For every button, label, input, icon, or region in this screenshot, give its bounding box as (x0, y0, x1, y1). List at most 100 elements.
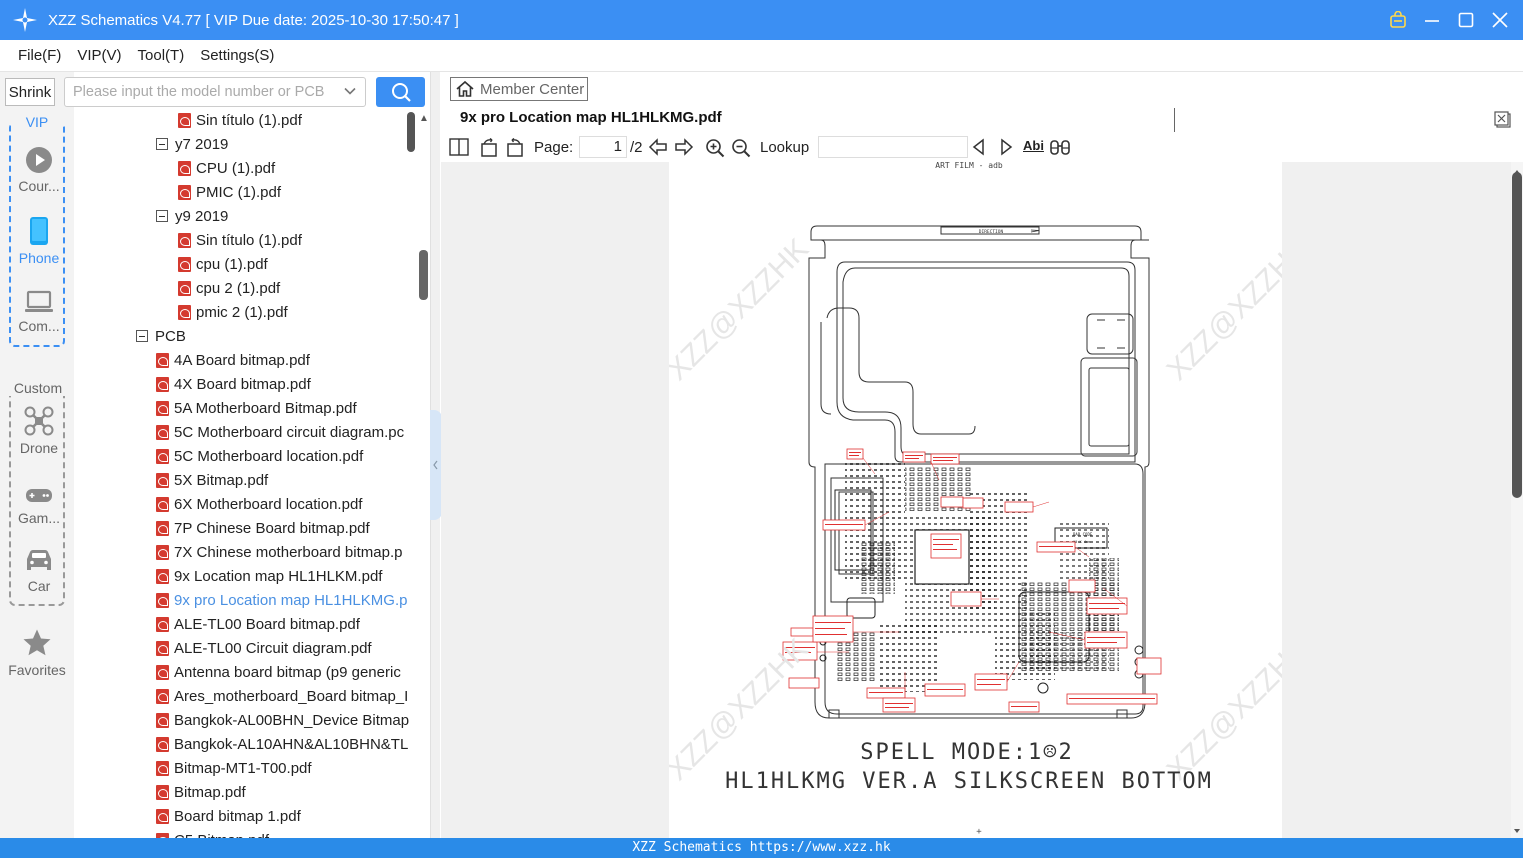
pdf-file-icon (156, 352, 169, 368)
tree-file[interactable]: PMIC (1).pdf (178, 180, 281, 204)
pdf-file-icon (178, 112, 191, 128)
collapse-toggle-icon[interactable] (156, 210, 168, 222)
member-center-label: Member Center (480, 80, 585, 98)
silkscreen-title: HL1HLKMG VER.A SILKSCREEN BOTTOM (725, 769, 1213, 794)
tree-file[interactable]: 7X Chinese motherboard bitmap.p (156, 540, 402, 564)
tree-scroll-up-icon[interactable]: ▲ (419, 113, 429, 124)
zoom-out-icon[interactable] (731, 138, 751, 158)
shop-bag-icon[interactable] (1387, 9, 1409, 31)
menu-settings[interactable]: Settings(S) (200, 47, 274, 64)
member-center-button[interactable]: Member Center (450, 77, 588, 101)
collapse-toggle-icon[interactable] (136, 330, 148, 342)
menu-file[interactable]: File(F) (18, 47, 61, 64)
match-case-icon[interactable]: Abi (1023, 138, 1044, 153)
minimize-button[interactable] (1421, 9, 1443, 31)
tree-item-label: 5A Motherboard Bitmap.pdf (174, 399, 357, 417)
tree-file[interactable]: Ares_motherboard_Board bitmap_I (156, 684, 408, 708)
rotate-left-icon[interactable] (479, 138, 499, 158)
chevron-down-icon[interactable] (343, 84, 357, 98)
rail-item-drone[interactable]: Drone (11, 406, 67, 456)
tree-file[interactable]: cpu 2 (1).pdf (178, 276, 280, 300)
watermark-text: XZZ@XZZHK (1161, 232, 1282, 386)
tree-file[interactable]: ALE-TL00 Circuit diagram.pdf (156, 636, 372, 660)
tree-file[interactable]: 9x pro Location map HL1HLKMG.p (156, 588, 407, 612)
find-next-icon[interactable] (998, 138, 1014, 156)
close-tab-icon[interactable] (1494, 111, 1512, 132)
tree-file[interactable]: Board bitmap 1.pdf (156, 804, 301, 828)
previous-page-icon[interactable] (648, 138, 668, 156)
rail-item-car[interactable]: Car (11, 548, 67, 594)
search-input[interactable] (65, 78, 335, 106)
viewer-scrollbar-thumb[interactable] (1512, 172, 1522, 498)
tree-file[interactable]: C5 Bitmap.pdf (156, 828, 269, 838)
rail-item-courses[interactable]: Cour... (11, 146, 67, 194)
tree-scrollbar-thumb[interactable] (419, 250, 428, 300)
pdf-file-icon (156, 424, 169, 440)
tree-file[interactable]: Antenna board bitmap (p9 generic (156, 660, 401, 684)
rail-item-gaming[interactable]: Gam... (11, 486, 67, 526)
shrink-button[interactable]: Shrink (5, 78, 55, 106)
tree-file[interactable]: 9x Location map HL1HLKM.pdf (156, 564, 382, 588)
page-number-input[interactable]: 1 (579, 136, 627, 158)
menu-vip[interactable]: VIP(V) (77, 47, 121, 64)
tree-folder[interactable]: y9 2019 (156, 204, 228, 228)
document-viewer[interactable]: ART FILM - adb DIRECTION BAR CODE 10 X 4… (441, 162, 1511, 838)
rail-item-label: Phone (18, 250, 60, 266)
tree-file[interactable]: Bangkok-AL00BHN_Device Bitmap (156, 708, 409, 732)
tree-folder[interactable]: PCB (136, 324, 186, 348)
tree-file[interactable]: Sin título (1).pdf (178, 228, 302, 252)
collapse-toggle-icon[interactable] (156, 138, 168, 150)
pdf-file-icon (156, 760, 169, 776)
maximize-button[interactable] (1455, 9, 1477, 31)
gamepad-icon (26, 489, 52, 502)
sidebar-toggle-icon[interactable] (449, 138, 469, 156)
tree-file[interactable]: 4A Board bitmap.pdf (156, 348, 310, 372)
zoom-in-icon[interactable] (705, 138, 725, 158)
tree-file[interactable]: 4X Board bitmap.pdf (156, 372, 311, 396)
tree-file[interactable]: 7P Chinese Board bitmap.pdf (156, 516, 370, 540)
tree-file[interactable]: Bangkok-AL10AHN&AL10BHN&TL (156, 732, 408, 756)
tree-file[interactable]: Bitmap.pdf (156, 780, 246, 804)
tree-item-label: 6X Motherboard location.pdf (174, 495, 363, 513)
rail-item-label: Drone (19, 440, 59, 456)
pdf-page: ART FILM - adb DIRECTION BAR CODE 10 X 4… (661, 162, 1315, 838)
tree-item-label: Sin título (1).pdf (196, 231, 302, 249)
tree-folder[interactable]: y7 2019 (156, 132, 228, 156)
pdf-file-icon (156, 664, 169, 680)
lookup-input[interactable] (818, 136, 968, 158)
tree-file[interactable]: 6X Motherboard location.pdf (156, 492, 362, 516)
binoculars-icon[interactable] (1049, 138, 1071, 156)
tree-file[interactable]: 5C Motherboard location.pdf (156, 444, 363, 468)
menu-tool[interactable]: Tool(T) (138, 47, 185, 64)
tab-document[interactable]: 9x pro Location map HL1HLKMG.pdf (460, 109, 722, 126)
rotate-right-icon[interactable] (505, 138, 525, 158)
tree-file[interactable]: 5C Motherboard circuit diagram.pc (156, 420, 404, 444)
tree-file[interactable]: ALE-TL00 Board bitmap.pdf (156, 612, 360, 636)
watermark-text: XZZ@XZZHK (669, 632, 815, 786)
pdf-file-icon (156, 400, 169, 416)
window-title: XZZ Schematics V4.77 [ VIP Due date: 202… (48, 11, 459, 29)
tree-file[interactable]: pmic 2 (1).pdf (178, 300, 288, 324)
pdf-file-icon (178, 256, 191, 272)
tree-file[interactable]: cpu (1).pdf (178, 252, 268, 276)
pdf-file-icon (178, 232, 191, 248)
tree-file[interactable]: 5A Motherboard Bitmap.pdf (156, 396, 357, 420)
rail-item-computer[interactable]: Com... (11, 290, 67, 334)
find-previous-icon[interactable] (971, 138, 987, 156)
pdf-file-icon (156, 616, 169, 632)
search-button[interactable] (376, 77, 425, 107)
tree-scrollbar-h-thumb[interactable] (407, 112, 415, 152)
custom-group-label: Custom (7, 380, 69, 396)
tree-item-label: 7X Chinese motherboard bitmap.p (174, 543, 403, 561)
tree-item-label: 5X Bitmap.pdf (174, 471, 269, 489)
tree-file[interactable]: 5X Bitmap.pdf (156, 468, 268, 492)
tree-file[interactable]: Sin título (1).pdf (178, 110, 302, 132)
next-page-icon[interactable] (674, 138, 694, 156)
rail-item-phone[interactable]: Phone (11, 216, 67, 266)
tree-file[interactable]: CPU (1).pdf (178, 156, 275, 180)
tree-file[interactable]: Bitmap-MT1-T00.pdf (156, 756, 312, 780)
close-button[interactable] (1489, 9, 1511, 31)
tree-item-label: pmic 2 (1).pdf (196, 303, 288, 321)
favorites-button[interactable]: Favorites (2, 628, 72, 678)
lookup-label: Lookup (760, 139, 810, 156)
